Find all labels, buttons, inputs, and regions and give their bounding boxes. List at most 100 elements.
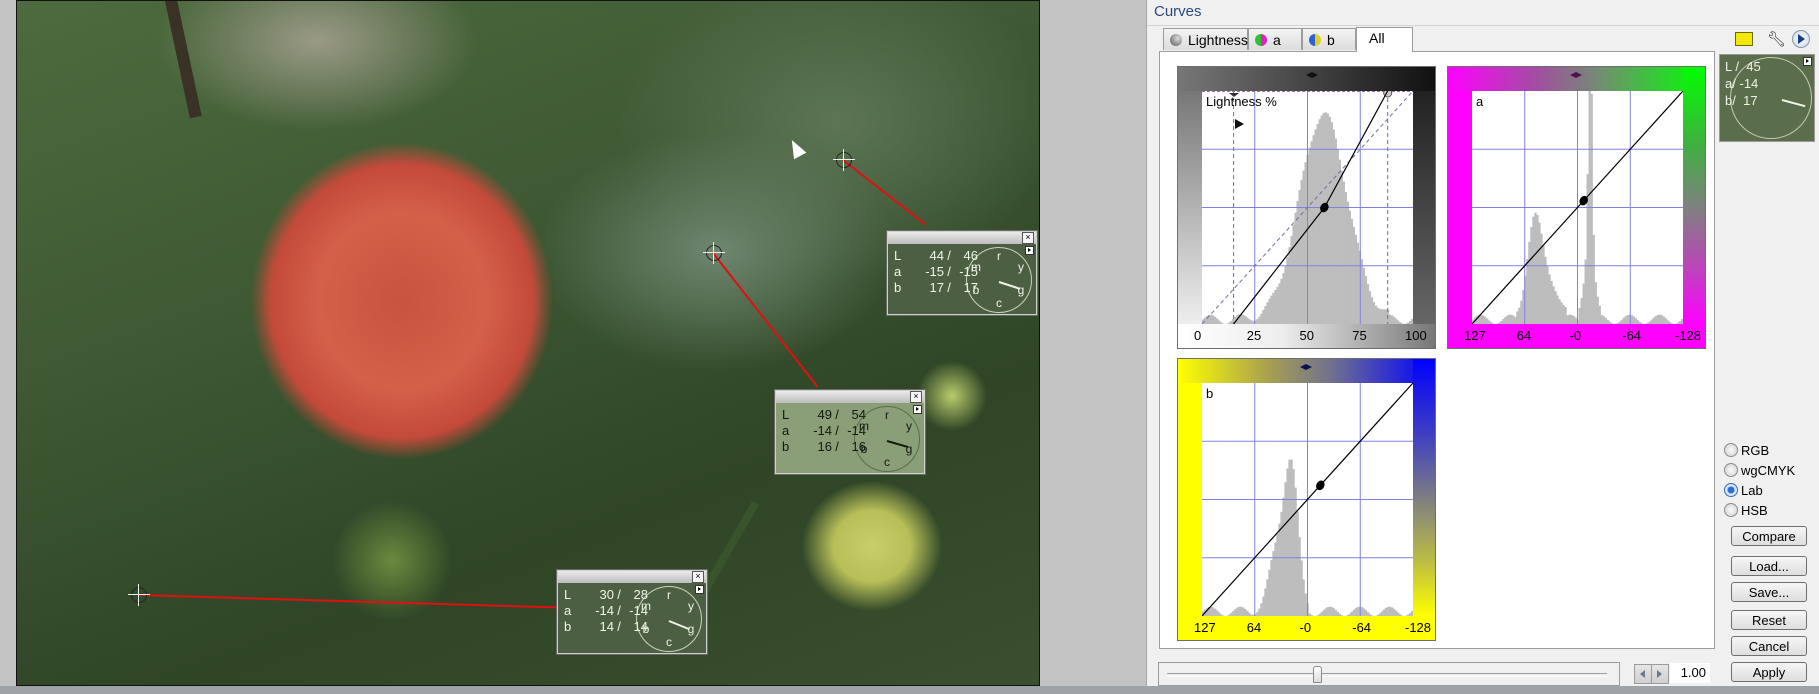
histogram-bar bbox=[1308, 147, 1311, 324]
histogram-bar bbox=[1256, 319, 1259, 324]
histogram-bar bbox=[1288, 459, 1291, 616]
histogram-bar bbox=[1522, 290, 1525, 324]
histogram-bar bbox=[1258, 608, 1261, 616]
a-curve-panel[interactable]: a 127 64 -0 -64 -128 bbox=[1447, 66, 1706, 349]
reset-button[interactable]: Reset bbox=[1731, 610, 1807, 630]
lightness-curve-panel[interactable]: Lightness % 0 25 50 75 100 bbox=[1177, 66, 1436, 349]
histogram-bar bbox=[1528, 241, 1531, 324]
histogram-bar bbox=[1318, 613, 1321, 616]
cancel-button[interactable]: Cancel bbox=[1731, 636, 1807, 656]
curve-grid[interactable] bbox=[1202, 383, 1413, 616]
wrench-icon[interactable]: 🔧︎ bbox=[1767, 30, 1786, 48]
probe-line-1 bbox=[842, 159, 927, 226]
probe-readout-2[interactable]: × L 49/54 a -14/-14 b 16/16 r y g c b m bbox=[775, 390, 925, 474]
histogram-bar bbox=[1328, 116, 1331, 324]
histogram-bar bbox=[1292, 224, 1295, 324]
histogram-bar bbox=[1356, 242, 1360, 324]
readout-menu-icon[interactable] bbox=[913, 405, 922, 414]
histogram-bar bbox=[1212, 315, 1215, 324]
close-icon[interactable]: × bbox=[910, 391, 922, 403]
tab-a[interactable]: a bbox=[1248, 28, 1302, 50]
histogram-bar bbox=[1630, 315, 1634, 324]
histogram-bar bbox=[1398, 614, 1402, 616]
histogram-bar bbox=[1362, 267, 1366, 324]
histogram-bar bbox=[1274, 542, 1277, 616]
histogram-bar bbox=[1258, 316, 1261, 324]
histogram-bar bbox=[1294, 212, 1297, 324]
close-icon[interactable]: × bbox=[1022, 232, 1034, 244]
gamma-slider[interactable] bbox=[1158, 662, 1620, 686]
readout-titlebar[interactable]: × bbox=[558, 571, 706, 583]
probe-marker-3[interactable] bbox=[128, 584, 150, 606]
load-button[interactable]: Load... bbox=[1731, 556, 1807, 576]
axis-tick-label: 127 bbox=[1194, 620, 1216, 635]
histogram-bar bbox=[1392, 608, 1396, 616]
photo-canvas[interactable]: × L 44/46 a -15/-15 b 17/17 r y g c b m × L… bbox=[16, 0, 1040, 686]
midpoint-marker-icon[interactable] bbox=[1300, 364, 1312, 370]
tab-all[interactable]: All bbox=[1356, 27, 1413, 52]
histogram-bar bbox=[1242, 607, 1245, 616]
increase-button[interactable] bbox=[1651, 664, 1669, 684]
mode-radio-wgcmyk[interactable]: wgCMYK bbox=[1724, 463, 1795, 481]
histogram-bar bbox=[1678, 321, 1682, 324]
save-button[interactable]: Save... bbox=[1731, 582, 1807, 602]
readout-menu-icon[interactable] bbox=[1803, 57, 1812, 66]
histogram-bar bbox=[1304, 162, 1307, 324]
tab-panel: Lightness % 0 25 50 75 100 a 127 64 -0 -64 -128 … bbox=[1159, 51, 1715, 649]
readout-titlebar[interactable]: × bbox=[776, 391, 924, 403]
midpoint-marker-icon[interactable] bbox=[1570, 72, 1582, 78]
probe-readout-1[interactable]: × L 44/46 a -15/-15 b 17/17 r y g c b m bbox=[887, 231, 1037, 315]
gamma-value-field[interactable]: 1.00 bbox=[1670, 663, 1710, 683]
apply-button[interactable]: Apply bbox=[1731, 662, 1807, 682]
histogram-bar bbox=[1320, 115, 1323, 324]
histogram-bar bbox=[1300, 560, 1303, 616]
axis-tick-label: -64 bbox=[1352, 620, 1372, 635]
tab-label: b bbox=[1327, 32, 1335, 48]
tab-b[interactable]: b bbox=[1302, 28, 1356, 50]
slider-thumb[interactable] bbox=[1312, 666, 1322, 683]
mode-radio-hsb[interactable]: HSB bbox=[1724, 503, 1768, 521]
mode-radio-rgb[interactable]: RGB bbox=[1724, 443, 1769, 461]
mode-radio-lab[interactable]: Lab bbox=[1724, 483, 1763, 501]
decrease-button[interactable] bbox=[1634, 664, 1652, 684]
histogram-bar bbox=[1304, 593, 1307, 616]
histogram-bar bbox=[1326, 113, 1329, 324]
flag-icon[interactable] bbox=[1735, 32, 1753, 46]
b-curve-panel[interactable]: b 127 64 -0 -64 -128 bbox=[1177, 358, 1436, 641]
midpoint-marker-icon[interactable] bbox=[1300, 72, 1324, 78]
histogram-bar bbox=[1348, 613, 1352, 616]
curve-grid[interactable] bbox=[1202, 91, 1413, 324]
close-icon[interactable]: × bbox=[692, 571, 704, 583]
histogram-bar bbox=[1256, 612, 1259, 616]
histogram-bar bbox=[1276, 533, 1279, 616]
readout-menu-icon[interactable] bbox=[695, 585, 704, 594]
histogram-bar bbox=[1282, 272, 1285, 324]
readout-menu-icon[interactable] bbox=[1025, 246, 1034, 255]
compare-button[interactable]: Compare bbox=[1731, 526, 1807, 546]
histogram-bar bbox=[1218, 320, 1221, 324]
probe-line-3 bbox=[137, 594, 574, 609]
tab-lightness[interactable]: Lightness bbox=[1163, 28, 1248, 50]
before-value: 17 bbox=[929, 280, 944, 295]
probe-marker-2[interactable] bbox=[703, 242, 725, 264]
histogram-bar bbox=[1272, 551, 1275, 616]
probe-marker-1[interactable] bbox=[833, 149, 855, 171]
dialog-titlebar[interactable] bbox=[1147, 0, 1819, 26]
readout-b-value: 17 bbox=[1743, 93, 1758, 108]
histogram-bar bbox=[1394, 318, 1398, 324]
histogram-bar bbox=[1600, 315, 1603, 324]
readout-titlebar[interactable]: × bbox=[888, 232, 1036, 244]
histogram-bar bbox=[1292, 469, 1295, 616]
histogram-bar bbox=[1408, 321, 1412, 324]
histogram-bar bbox=[1608, 321, 1611, 324]
panel-title: b bbox=[1206, 386, 1214, 401]
histogram-bar bbox=[1648, 321, 1652, 324]
histogram-bar bbox=[1240, 606, 1243, 616]
probe-readout-3[interactable]: × L 30/28 a -14/-14 b 14/14 r y g c b m bbox=[557, 570, 707, 654]
curve-grid[interactable] bbox=[1472, 91, 1683, 324]
slider-track[interactable] bbox=[1167, 673, 1607, 677]
histogram-bar bbox=[1338, 159, 1341, 324]
play-icon[interactable] bbox=[1792, 30, 1810, 48]
before-value: 30 bbox=[599, 587, 614, 602]
histogram-bar bbox=[1246, 610, 1249, 616]
